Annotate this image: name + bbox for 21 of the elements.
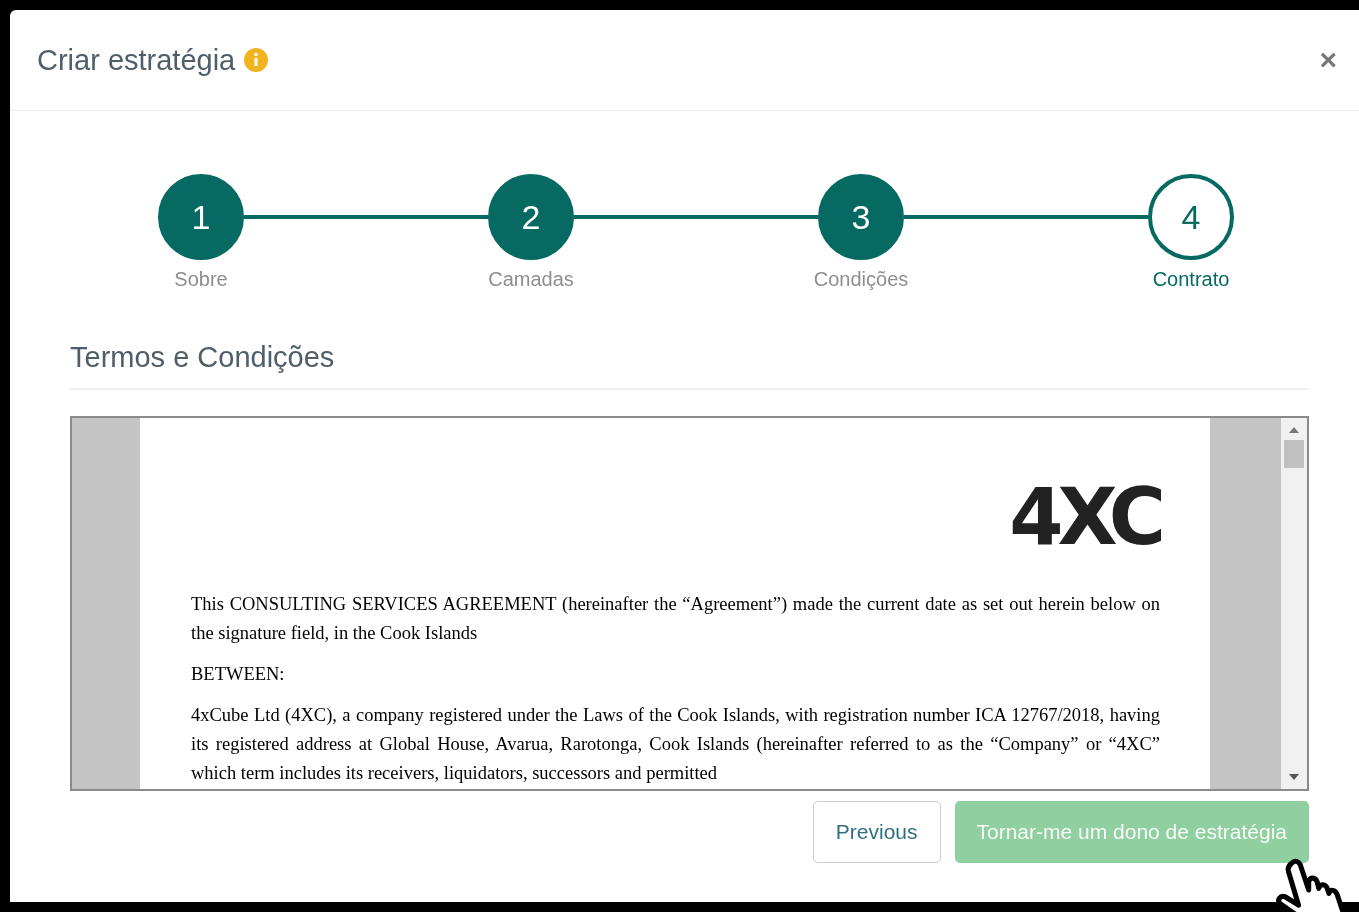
step-circle[interactable]: 4 — [1148, 174, 1234, 260]
step-label: Sobre — [174, 268, 228, 291]
scrollbar-thumb[interactable] — [1284, 440, 1304, 468]
step-label: Contrato — [1152, 268, 1230, 291]
agreement-paragraph: 4xCube Ltd (4XC), a company registered under the Laws of the Cook Islands, with registration number ICA 12767/2018, having its registered address at Global House, Avarua, Rarotonga, Cook Islands (hereinafter referred to as the “Company” or “4XC” which term includes its receivers, liquidators, successors and permitted — [191, 704, 1160, 785]
step-circle[interactable]: 1 — [158, 174, 244, 260]
scrollbar[interactable] — [1281, 418, 1307, 789]
company-logo: 4XC — [1009, 478, 1160, 556]
step-circle[interactable]: 2 — [488, 174, 574, 260]
agreement-paragraph: BETWEEN: — [191, 663, 286, 686]
scroll-up-icon[interactable] — [1288, 426, 1300, 434]
step-label: Condições — [813, 268, 909, 291]
agreement-paragraph: This CONSULTING SERVICES AGREEMENT (hereinafter the “Agreement”) made the current date as set out herein below on the signature field, in the Cook Islands — [191, 593, 1160, 645]
dialog-title: Criar estratégia — [37, 43, 236, 77]
step-circle[interactable]: 3 — [818, 174, 904, 260]
info-icon[interactable] — [243, 47, 270, 73]
close-button[interactable]: × — [1315, 43, 1341, 77]
scroll-down-icon[interactable] — [1288, 773, 1300, 781]
step-label: Camadas — [488, 268, 574, 291]
previous-button[interactable]: Previous — [812, 801, 941, 863]
section-title: Termos e Condições — [70, 341, 1309, 390]
